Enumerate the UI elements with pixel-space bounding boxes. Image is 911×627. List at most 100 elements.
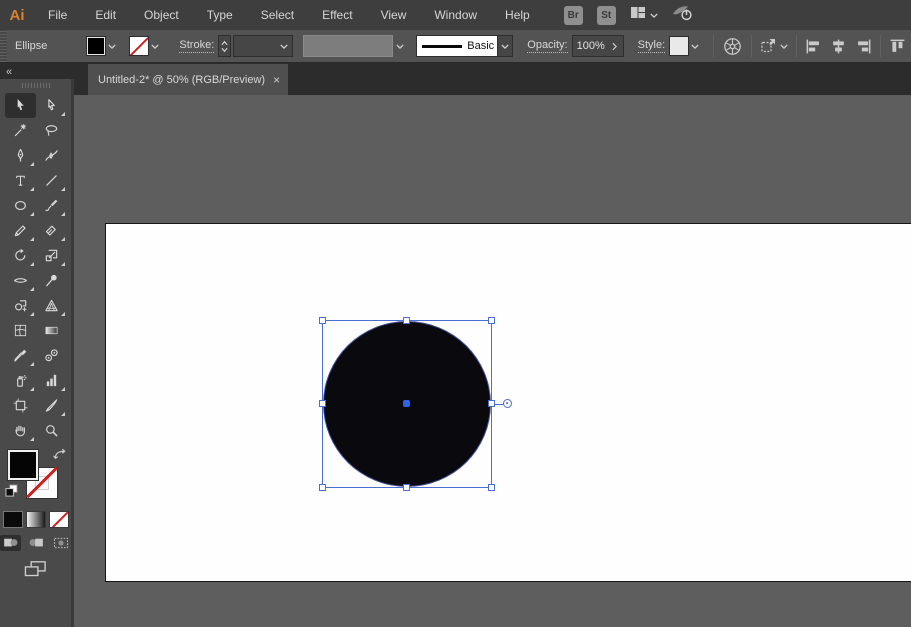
panel-drag-handle[interactable] xyxy=(22,83,50,88)
menu-type[interactable]: Type xyxy=(193,0,247,30)
opacity-input[interactable] xyxy=(573,40,609,52)
canvas-area[interactable] xyxy=(74,95,911,627)
color-wheel-icon xyxy=(723,37,742,56)
transform-button[interactable] xyxy=(760,38,788,54)
gradient-mode-button[interactable] xyxy=(26,511,46,528)
screen-mode-button[interactable] xyxy=(24,560,48,578)
context-label: Ellipse xyxy=(15,40,47,52)
menu-file[interactable]: File xyxy=(34,0,81,30)
recolor-artwork-button[interactable] xyxy=(723,37,742,56)
paintbrush-tool[interactable] xyxy=(36,193,67,218)
curvature-tool[interactable] xyxy=(36,143,67,168)
default-fill-stroke-icon[interactable] xyxy=(5,484,18,502)
brush-stroke-preview xyxy=(422,45,462,48)
panel-grip[interactable] xyxy=(0,30,7,62)
hand-tool[interactable] xyxy=(5,418,36,443)
menu-help[interactable]: Help xyxy=(491,0,544,30)
draw-behind-button[interactable] xyxy=(25,535,46,551)
width-tool[interactable] xyxy=(5,268,36,293)
line-segment-tool[interactable] xyxy=(36,168,67,193)
menu-object[interactable]: Object xyxy=(130,0,193,30)
handle-middle-left[interactable] xyxy=(319,400,326,407)
opacity-flyout-arrow[interactable] xyxy=(609,36,621,56)
stroke-weight-stepper[interactable] xyxy=(218,35,231,57)
selection-tool[interactable] xyxy=(5,93,36,118)
shape-builder-tool[interactable] xyxy=(5,293,36,318)
menu-edit[interactable]: Edit xyxy=(81,0,130,30)
opacity-panel-link[interactable]: Opacity: xyxy=(527,39,567,53)
stroke-color-dropdown[interactable] xyxy=(148,37,161,55)
menu-view[interactable]: View xyxy=(367,0,421,30)
draw-normal-button[interactable] xyxy=(0,535,21,551)
draw-inside-button[interactable] xyxy=(50,535,71,551)
column-graph-tool[interactable] xyxy=(36,368,67,393)
lasso-tool[interactable] xyxy=(36,118,67,143)
stroke-weight-select[interactable] xyxy=(233,35,293,57)
handle-middle-right[interactable] xyxy=(488,400,495,407)
gpu-performance-icon[interactable] xyxy=(672,4,694,27)
stroke-color-swatch[interactable] xyxy=(130,37,148,55)
slice-tool[interactable] xyxy=(36,393,67,418)
fill-color-swatch[interactable] xyxy=(87,37,105,55)
handle-bottom-center[interactable] xyxy=(403,484,410,491)
blend-tool[interactable] xyxy=(36,343,67,368)
arrange-documents-button[interactable] xyxy=(630,6,658,24)
stock-button[interactable]: St xyxy=(597,6,616,25)
perspective-grid-tool[interactable] xyxy=(36,293,67,318)
handle-top-center[interactable] xyxy=(403,317,410,324)
fill-color-dropdown[interactable] xyxy=(105,37,118,55)
align-left-icon xyxy=(805,38,822,55)
align-top-icon xyxy=(889,38,906,55)
pen-tool[interactable] xyxy=(5,143,36,168)
document-tab[interactable]: Untitled-2* @ 50% (RGB/Preview) × xyxy=(88,64,288,95)
pencil-tool[interactable] xyxy=(5,218,36,243)
handle-top-right[interactable] xyxy=(488,317,495,324)
menu-effect[interactable]: Effect xyxy=(308,0,366,30)
menu-bar: Ai File Edit Object Type Select Effect V… xyxy=(0,0,911,30)
align-center-button[interactable] xyxy=(830,38,847,55)
opacity-field xyxy=(572,35,624,57)
transform-arrow-icon xyxy=(760,38,777,54)
arrange-documents-icon xyxy=(630,6,646,24)
handle-bottom-left[interactable] xyxy=(319,484,326,491)
style-swatch[interactable] xyxy=(670,37,688,55)
brush-definition-select[interactable]: Basic xyxy=(416,35,498,57)
fill-swatch[interactable] xyxy=(8,450,38,480)
color-mode-button[interactable] xyxy=(3,511,23,528)
mesh-tool[interactable] xyxy=(5,318,36,343)
puppet-warp-tool[interactable] xyxy=(36,268,67,293)
handle-top-left[interactable] xyxy=(319,317,326,324)
style-panel-link[interactable]: Style: xyxy=(638,39,666,53)
width-profile-dropdown xyxy=(393,37,406,55)
eraser-tool[interactable] xyxy=(36,218,67,243)
stroke-panel-link[interactable]: Stroke: xyxy=(179,39,214,53)
ellipse-tool[interactable] xyxy=(5,193,36,218)
rotate-tool[interactable] xyxy=(5,243,36,268)
style-dropdown[interactable] xyxy=(688,37,701,55)
tab-close-icon[interactable]: × xyxy=(273,74,280,86)
gradient-tool[interactable] xyxy=(36,318,67,343)
type-tool[interactable] xyxy=(5,168,36,193)
swap-fill-stroke-icon[interactable] xyxy=(53,448,68,466)
artboard-tool[interactable] xyxy=(5,393,36,418)
eyedropper-tool[interactable] xyxy=(5,343,36,368)
align-right-button[interactable] xyxy=(855,38,872,55)
scale-tool[interactable] xyxy=(36,243,67,268)
align-top-button[interactable] xyxy=(889,38,906,55)
handle-bottom-right[interactable] xyxy=(488,484,495,491)
menu-window[interactable]: Window xyxy=(420,0,491,30)
menu-select[interactable]: Select xyxy=(247,0,308,30)
magic-wand-tool[interactable] xyxy=(5,118,36,143)
zoom-tool[interactable] xyxy=(36,418,67,443)
live-shape-widget[interactable] xyxy=(503,399,512,408)
none-mode-button[interactable] xyxy=(49,511,69,528)
tools-panel xyxy=(0,79,74,627)
align-left-button[interactable] xyxy=(805,38,822,55)
width-profile-select xyxy=(303,35,393,57)
bridge-button[interactable]: Br xyxy=(564,6,583,25)
collapse-panel-icon[interactable]: « xyxy=(6,66,11,78)
direct-selection-tool[interactable] xyxy=(36,93,67,118)
brush-definition-dropdown[interactable] xyxy=(498,35,513,57)
symbol-sprayer-tool[interactable] xyxy=(5,368,36,393)
shape-center-point[interactable] xyxy=(403,400,410,407)
